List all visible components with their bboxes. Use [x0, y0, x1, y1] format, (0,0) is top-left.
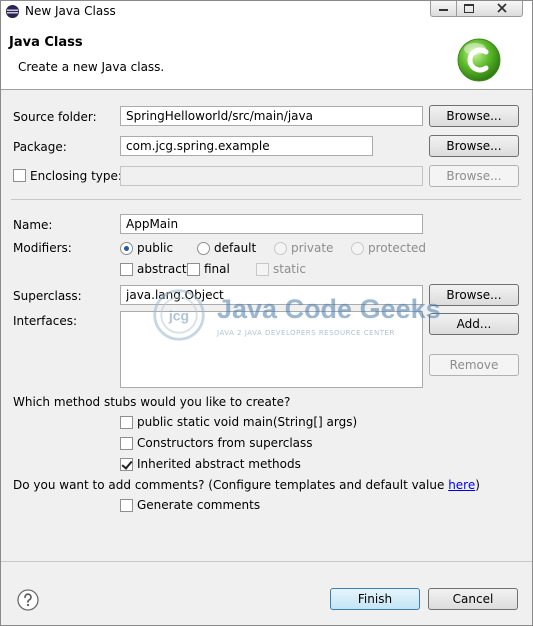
generate-comments-label: Generate comments — [137, 498, 261, 512]
window-title: New Java Class — [25, 4, 116, 18]
maximize-button[interactable] — [456, 1, 483, 17]
banner-description: Create a new Java class. — [18, 60, 165, 74]
modifier-final-checkbox[interactable] — [187, 263, 200, 276]
method-stubs-question: Which method stubs would you like to cre… — [13, 395, 291, 409]
interfaces-list[interactable] — [120, 311, 423, 388]
modifier-public-radio[interactable] — [120, 242, 133, 255]
package-label: Package: — [13, 140, 67, 154]
modifier-private-label: private — [291, 241, 334, 255]
name-label: Name: — [13, 218, 53, 232]
source-folder-input[interactable] — [120, 106, 423, 126]
interfaces-label: Interfaces: — [13, 314, 78, 328]
superclass-label: Superclass: — [13, 289, 82, 303]
modifier-default-label: default — [214, 241, 257, 255]
finish-button[interactable]: Finish — [330, 588, 420, 610]
dialog-footer: Finish Cancel — [1, 561, 532, 625]
close-button[interactable] — [482, 1, 523, 17]
modifier-private-radio[interactable] — [274, 242, 287, 255]
source-folder-label: Source folder: — [13, 110, 97, 124]
modifier-static-checkbox[interactable] — [256, 263, 269, 276]
stub-main-label: public static void main(String[] args) — [137, 415, 358, 429]
superclass-input[interactable] — [120, 285, 423, 305]
maximize-icon — [464, 4, 474, 13]
comments-question-text: Do you want to add comments? (Configure … — [13, 478, 449, 492]
package-browse-button[interactable]: Browse... — [429, 135, 519, 157]
help-icon[interactable] — [17, 589, 39, 611]
modifier-public-label: public — [137, 241, 174, 255]
stub-constructors-label: Constructors from superclass — [137, 436, 313, 450]
modifier-protected-radio[interactable] — [351, 242, 364, 255]
modifier-abstract-label: abstract — [137, 262, 187, 276]
configure-templates-link[interactable]: here — [448, 478, 475, 492]
superclass-browse-button[interactable]: Browse... — [429, 284, 519, 306]
title-bar[interactable]: New Java Class — [1, 1, 532, 23]
close-icon — [497, 3, 507, 13]
generate-comments-checkbox[interactable] — [120, 499, 133, 512]
new-class-wizard-icon — [457, 38, 501, 82]
stub-constructors-checkbox[interactable] — [120, 437, 133, 450]
enclosing-type-browse-button[interactable]: Browse... — [429, 165, 519, 187]
modifier-protected-label: protected — [368, 241, 427, 255]
comments-question: Do you want to add comments? (Configure … — [13, 478, 480, 492]
interfaces-remove-button[interactable]: Remove — [429, 354, 519, 376]
eclipse-icon — [5, 4, 20, 19]
interfaces-add-button[interactable]: Add... — [429, 313, 519, 335]
banner-title: Java Class — [9, 35, 83, 50]
minimize-icon — [439, 9, 448, 11]
package-input[interactable] — [120, 136, 373, 156]
name-input[interactable] — [120, 214, 423, 234]
separator — [11, 199, 521, 200]
comments-question-suffix: ) — [475, 478, 480, 492]
enclosing-type-input[interactable] — [120, 166, 423, 186]
enclosing-type-label: Enclosing type: — [30, 169, 122, 183]
modifier-default-radio[interactable] — [197, 242, 210, 255]
stub-inherited-checkbox[interactable] — [120, 458, 133, 471]
wizard-banner: Java Class Create a new Java class. — [1, 23, 532, 90]
new-java-class-dialog: New Java Class Java Class Create a new J… — [0, 0, 533, 626]
stub-inherited-label: Inherited abstract methods — [137, 457, 301, 471]
minimize-button[interactable] — [430, 1, 456, 17]
modifier-static-label: static — [273, 262, 306, 276]
modifier-abstract-checkbox[interactable] — [120, 263, 133, 276]
stub-main-checkbox[interactable] — [120, 416, 133, 429]
source-folder-browse-button[interactable]: Browse... — [429, 105, 519, 127]
cancel-button[interactable]: Cancel — [428, 588, 518, 610]
enclosing-type-checkbox[interactable] — [13, 169, 26, 182]
modifiers-label: Modifiers: — [13, 241, 72, 255]
modifier-final-label: final — [204, 262, 230, 276]
